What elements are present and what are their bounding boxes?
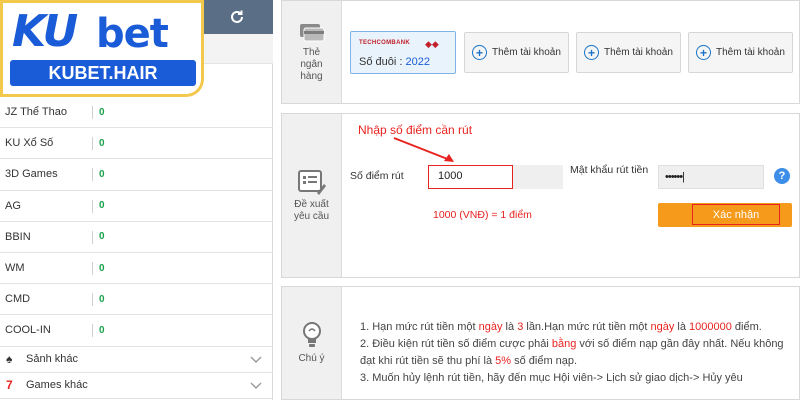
chevron-down-icon[interactable] [250,353,262,365]
game-name: COOL-IN [5,324,51,337]
group-row-games-khac[interactable]: 7 Games khác [0,373,273,399]
bank-card-icon [299,24,324,42]
note-item: 1. Hạn mức rút tiền một ngày là 3 lần.Hạ… [360,321,762,333]
game-name: BBIN [5,230,31,243]
game-balance-list: JZ Thể Thao 0 KU Xổ Số 0 3D Games 0 AG 0 BBI… [0,97,273,399]
bank-suffix: Số đuôi : 2022 [359,56,430,68]
game-balance: 0 [99,106,105,118]
game-row[interactable]: WM 0 [0,253,273,285]
game-row[interactable]: 3D Games 0 [0,159,273,191]
game-name: WM [5,262,25,275]
game-balance: 0 [99,231,105,243]
plus-icon: + [472,45,487,60]
bank-suffix-label: Số đuôi : [359,56,403,68]
game-balance: 0 [99,324,105,336]
game-balance: 0 [99,200,105,212]
game-balance: 0 [99,137,105,149]
refresh-icon[interactable] [226,6,248,28]
game-name: KU Xổ Số [5,137,54,150]
game-row[interactable]: BBIN 0 [0,222,273,253]
game-balance: 0 [99,293,105,305]
panel-label-text: Thẻ ngân hàng [300,47,323,82]
seven-icon: 7 [6,378,13,392]
game-row[interactable]: JZ Thể Thao 0 [0,97,273,129]
logo-bet-text: bet [96,11,169,57]
lightbulb-icon [302,322,321,347]
game-row[interactable]: COOL-IN 0 [0,315,273,347]
password-input[interactable]: ••••••| [658,165,764,189]
bank-card-techcombank[interactable]: TECHCOMBANK ◆◆ Số đuôi : 2022 [350,31,456,74]
panel-label-text: Đề xuất yêu cầu [293,198,330,222]
plus-icon: + [696,45,711,60]
game-row[interactable]: CMD 0 [0,284,273,316]
notes-panel: Chú ý 1. Hạn mức rút tiền một ngày là 3 … [281,286,800,400]
withdraw-panel: Đề xuất yêu cầu Nhập số điểm cần rút Số … [281,113,800,278]
bank-logo-icon: ◆◆ [425,39,439,49]
add-account-label: Thêm tài khoản [492,47,561,58]
add-account-button[interactable]: + Thêm tài khoản [688,32,793,73]
game-row[interactable]: KU Xổ Số 0 [0,128,273,160]
logo-domain: KUBET.HAIR [10,60,196,86]
add-account-label: Thêm tài khoản [716,47,785,58]
panel-label-bank: Thẻ ngân hàng [282,1,342,103]
logo-ku-text: KU [12,6,78,57]
game-name: AG [5,199,21,212]
game-name: JZ Thể Thao [5,106,67,119]
game-row[interactable]: AG 0 [0,191,273,222]
confirm-button[interactable]: Xác nhận [658,203,792,227]
group-label: Sảnh khác [26,353,78,365]
game-balance: 0 [99,168,105,180]
plus-icon: + [584,45,599,60]
game-name: 3D Games [5,168,58,181]
add-account-button[interactable]: + Thêm tài khoản [464,32,569,73]
bank-brand: TECHCOMBANK [359,40,410,46]
chevron-down-icon[interactable] [250,379,262,391]
amount-label: Số điểm rút [350,170,404,182]
sidebar: KU bet KUBET.HAIR JZ Thể Thao 0 KU Xổ Số 0… [0,0,273,400]
group-label: Games khác [26,379,88,391]
game-balance: 0 [99,262,105,274]
add-account-button[interactable]: + Thêm tài khoản [576,32,681,73]
logo: KU bet KUBET.HAIR [0,0,204,97]
notes-list: 1. Hạn mức rút tiền một ngày là 3 lần.Hạ… [360,319,790,387]
help-icon[interactable]: ? [774,168,790,184]
amount-input[interactable]: 1000 [428,165,513,189]
note-item: 3. Muốn hủy lệnh rút tiền, hãy đến mục H… [360,372,743,384]
panel-label-text: Chú ý [298,353,325,364]
add-account-label: Thêm tài khoản [604,47,673,58]
spade-icon: ♠ [6,352,13,366]
bank-card-panel: Thẻ ngân hàng TECHCOMBANK ◆◆ Số đuôi : 2… [281,0,800,104]
game-name: CMD [5,293,31,306]
confirm-label: Xác nhận [692,204,780,225]
note-item: 2. Điều kiện rút tiền số điểm cược phải … [360,338,784,367]
panel-label-notes: Chú ý [282,287,342,399]
balance-strip [200,34,273,64]
password-label: Mật khẩu rút tiền [570,164,649,176]
group-row-sanh-khac[interactable]: ♠ Sảnh khác [0,347,273,373]
exchange-rate: 1000 (VNĐ) = 1 điểm [433,209,532,221]
bank-suffix-value: 2022 [405,56,430,68]
